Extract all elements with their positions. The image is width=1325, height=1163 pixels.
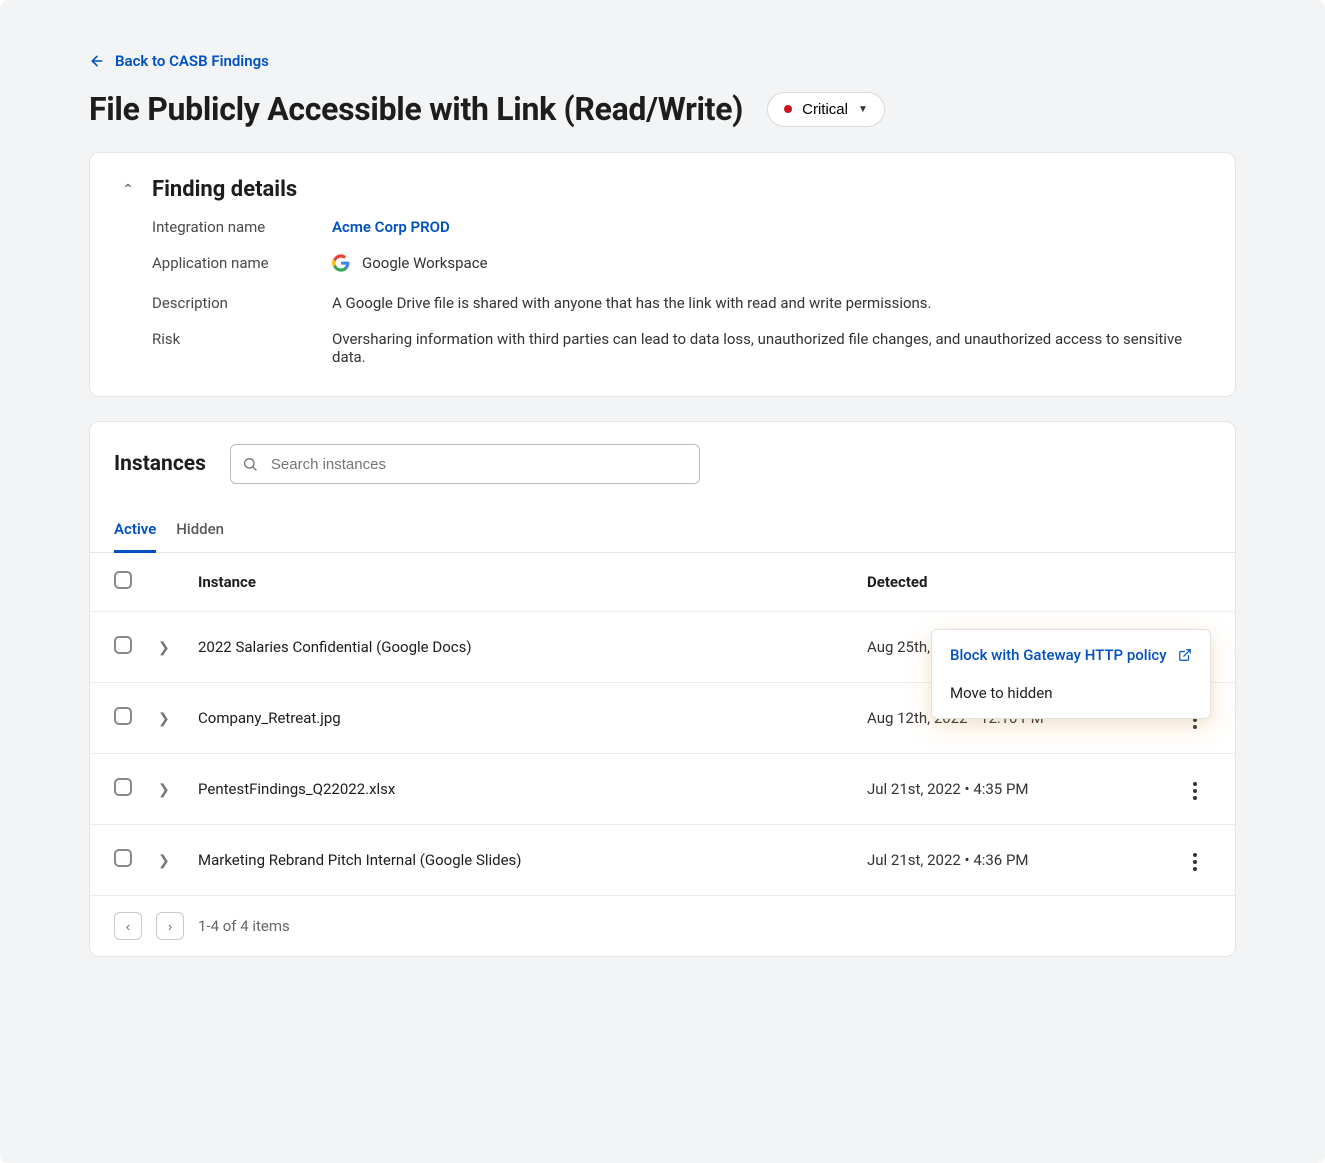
- table-row: ❯ Marketing Rebrand Pitch Internal (Goog…: [90, 825, 1235, 896]
- google-logo-icon: [332, 254, 350, 272]
- search-icon: [242, 456, 258, 472]
- instance-name: 2022 Salaries Confidential (Google Docs): [186, 612, 855, 683]
- chevron-right-icon[interactable]: ❯: [158, 640, 170, 656]
- chevron-up-icon[interactable]: ⌃: [120, 182, 136, 198]
- instances-table: Instance Detected ❯ 2022 Salaries Confid…: [90, 553, 1235, 896]
- application-name-label: Application name: [152, 254, 332, 276]
- risk-label: Risk: [152, 330, 332, 366]
- search-input[interactable]: [230, 444, 700, 484]
- row-checkbox[interactable]: [114, 636, 132, 654]
- pagination-status: 1-4 of 4 items: [198, 917, 290, 935]
- instances-title: Instances: [114, 452, 206, 476]
- select-all-checkbox[interactable]: [114, 571, 132, 589]
- instance-name: Company_Retreat.jpg: [186, 683, 855, 754]
- row-checkbox[interactable]: [114, 707, 132, 725]
- block-with-gateway-action[interactable]: Block with Gateway HTTP policy: [932, 636, 1210, 674]
- row-actions-menu[interactable]: [1187, 776, 1203, 806]
- application-name-value: Google Workspace: [362, 254, 488, 272]
- arrow-left-icon: [89, 53, 105, 69]
- chevron-right-icon[interactable]: ❯: [158, 853, 170, 869]
- instance-name: Marketing Rebrand Pitch Internal (Google…: [186, 825, 855, 896]
- hide-action-label: Move to hidden: [950, 684, 1053, 702]
- instances-tabs: Active Hidden: [90, 492, 1235, 553]
- chevron-left-icon: ‹: [126, 919, 130, 934]
- chevron-right-icon[interactable]: ❯: [158, 782, 170, 798]
- chevron-right-icon: ›: [168, 919, 172, 934]
- severity-label: Critical: [802, 101, 848, 118]
- pagination: ‹ › 1-4 of 4 items: [90, 896, 1235, 956]
- column-header-detected[interactable]: Detected: [855, 553, 1175, 612]
- row-actions-popover: Block with Gateway HTTP policy Move to h…: [931, 629, 1211, 719]
- row-checkbox[interactable]: [114, 849, 132, 867]
- table-row: ❯ PentestFindings_Q22022.xlsx Jul 21st, …: [90, 754, 1235, 825]
- row-checkbox[interactable]: [114, 778, 132, 796]
- next-page-button[interactable]: ›: [156, 912, 184, 940]
- severity-dropdown[interactable]: Critical ▼: [767, 92, 885, 127]
- tab-hidden[interactable]: Hidden: [176, 510, 224, 553]
- back-link-label: Back to CASB Findings: [115, 52, 269, 70]
- description-value: A Google Drive file is shared with anyon…: [332, 294, 1205, 312]
- chevron-down-icon: ▼: [858, 104, 868, 115]
- detected-time: Jul 21st, 2022 • 4:35 PM: [855, 754, 1175, 825]
- severity-dot-icon: [784, 105, 792, 113]
- finding-details-title: Finding details: [152, 177, 297, 202]
- finding-details-card: ⌃ Finding details Integration name Acme …: [89, 152, 1236, 397]
- column-header-instance[interactable]: Instance: [186, 553, 855, 612]
- move-to-hidden-action[interactable]: Move to hidden: [932, 674, 1210, 712]
- page-title: File Publicly Accessible with Link (Read…: [89, 90, 743, 128]
- instances-card: Instances Active Hidden Instance Detecte…: [89, 421, 1236, 957]
- integration-name-value[interactable]: Acme Corp PROD: [332, 218, 1205, 236]
- risk-value: Oversharing information with third parti…: [332, 330, 1205, 366]
- description-label: Description: [152, 294, 332, 312]
- chevron-right-icon[interactable]: ❯: [158, 711, 170, 727]
- external-link-icon: [1178, 648, 1192, 662]
- row-actions-menu[interactable]: [1187, 847, 1203, 877]
- instance-name: PentestFindings_Q22022.xlsx: [186, 754, 855, 825]
- tab-active[interactable]: Active: [114, 510, 156, 553]
- back-link[interactable]: Back to CASB Findings: [45, 28, 313, 82]
- prev-page-button[interactable]: ‹: [114, 912, 142, 940]
- detected-time: Jul 21st, 2022 • 4:36 PM: [855, 825, 1175, 896]
- block-action-label: Block with Gateway HTTP policy: [950, 646, 1167, 664]
- integration-name-label: Integration name: [152, 218, 332, 236]
